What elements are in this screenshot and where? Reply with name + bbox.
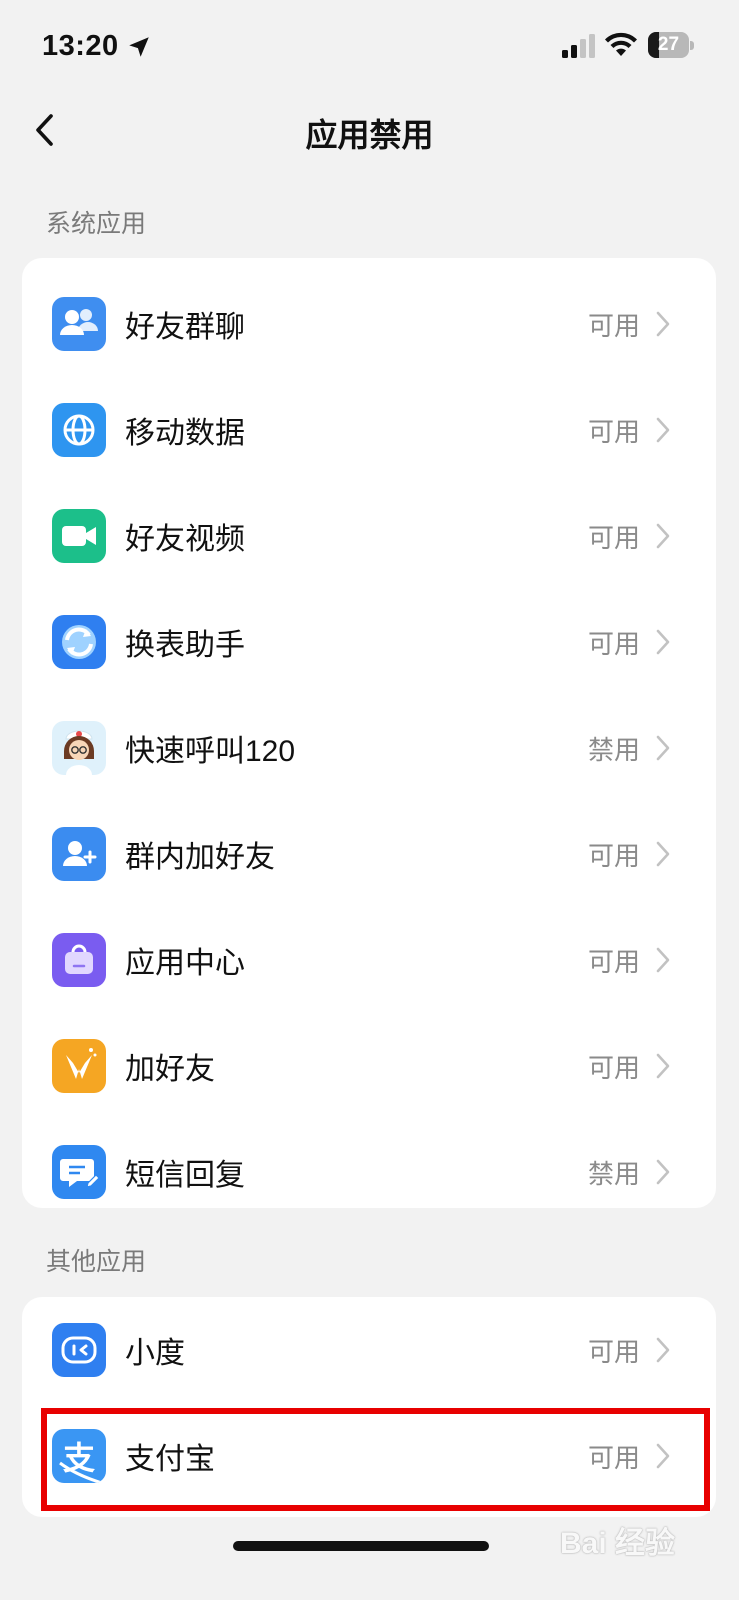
app-row-sync[interactable]: 换表助手 可用 — [22, 589, 716, 695]
sync-icon — [52, 615, 106, 669]
cellular-signal-icon — [562, 34, 595, 58]
app-label: 应用中心 — [125, 947, 245, 980]
app-status: 可用 — [587, 946, 640, 977]
highlight-box — [41, 1408, 710, 1511]
app-row-message-edit[interactable]: 短信回复 禁用 — [22, 1119, 716, 1208]
nurse-icon — [52, 721, 106, 775]
xiaodu-icon — [52, 1323, 106, 1377]
add-user-icon — [52, 827, 106, 881]
home-indicator — [233, 1541, 489, 1551]
app-row-globe[interactable]: 移动数据 可用 — [22, 377, 716, 483]
app-label: 换表助手 — [125, 629, 245, 662]
app-label: 移动数据 — [125, 417, 245, 450]
app-status: 禁用 — [587, 734, 640, 765]
battery-level: 27 — [657, 34, 680, 55]
location-arrow-icon — [129, 37, 149, 57]
chevron-right-icon — [654, 1051, 672, 1081]
wifi-icon — [605, 32, 637, 56]
section-title-other-apps: 其他应用 — [46, 1248, 147, 1276]
app-status: 禁用 — [587, 1158, 640, 1189]
group-chat-icon — [52, 297, 106, 351]
chevron-right-icon — [654, 627, 672, 657]
handshake-icon — [52, 1039, 106, 1093]
status-bar: 13:20 27 — [0, 0, 739, 90]
app-label: 短信回复 — [125, 1159, 245, 1192]
page-title: 应用禁用 — [305, 117, 434, 153]
chevron-right-icon — [654, 521, 672, 551]
app-row-add-user[interactable]: 群内加好友 可用 — [22, 801, 716, 907]
app-status: 可用 — [587, 522, 640, 553]
chevron-right-icon — [654, 1335, 672, 1365]
nav-bar: 应用禁用 — [0, 95, 739, 165]
app-label: 小度 — [125, 1337, 185, 1370]
app-status: 可用 — [587, 310, 640, 341]
chevron-right-icon — [654, 945, 672, 975]
app-status: 可用 — [587, 840, 640, 871]
battery-indicator: 27 — [648, 32, 694, 58]
app-status: 可用 — [587, 1336, 640, 1367]
globe-icon — [52, 403, 106, 457]
chevron-right-icon — [654, 839, 672, 869]
app-label: 好友群聊 — [125, 311, 245, 344]
app-row-shopping-bag[interactable]: 应用中心 可用 — [22, 907, 716, 1013]
app-label: 好友视频 — [125, 523, 245, 556]
app-row-nurse[interactable]: 快速呼叫120 禁用 — [22, 695, 716, 801]
app-label: 群内加好友 — [125, 841, 275, 874]
system-apps-card: 好友群聊 可用 移动数据 可用 好友视频 可用 换表助手 可用 快速呼叫120 禁用 群内加好友 可用… — [22, 258, 716, 1208]
app-label: 快速呼叫120 — [125, 735, 296, 768]
video-camera-icon — [52, 509, 106, 563]
baidu-watermark: Bai 经验 — [560, 1527, 676, 1560]
chevron-right-icon — [654, 309, 672, 339]
app-status: 可用 — [587, 628, 640, 659]
chevron-right-icon — [654, 415, 672, 445]
section-title-system-apps: 系统应用 — [46, 210, 147, 238]
app-status: 可用 — [587, 1052, 640, 1083]
shopping-bag-icon — [52, 933, 106, 987]
app-row-video-camera[interactable]: 好友视频 可用 — [22, 483, 716, 589]
message-edit-icon — [52, 1145, 106, 1199]
app-row-xiaodu[interactable]: 小度 可用 — [22, 1297, 716, 1403]
battery-tip — [690, 41, 694, 50]
app-row-group-chat[interactable]: 好友群聊 可用 — [22, 271, 716, 377]
app-label: 加好友 — [125, 1053, 215, 1086]
chevron-right-icon — [654, 1157, 672, 1187]
app-row-handshake[interactable]: 加好友 可用 — [22, 1013, 716, 1119]
app-status: 可用 — [587, 416, 640, 447]
status-time: 13:20 — [42, 30, 119, 62]
chevron-right-icon — [654, 733, 672, 763]
